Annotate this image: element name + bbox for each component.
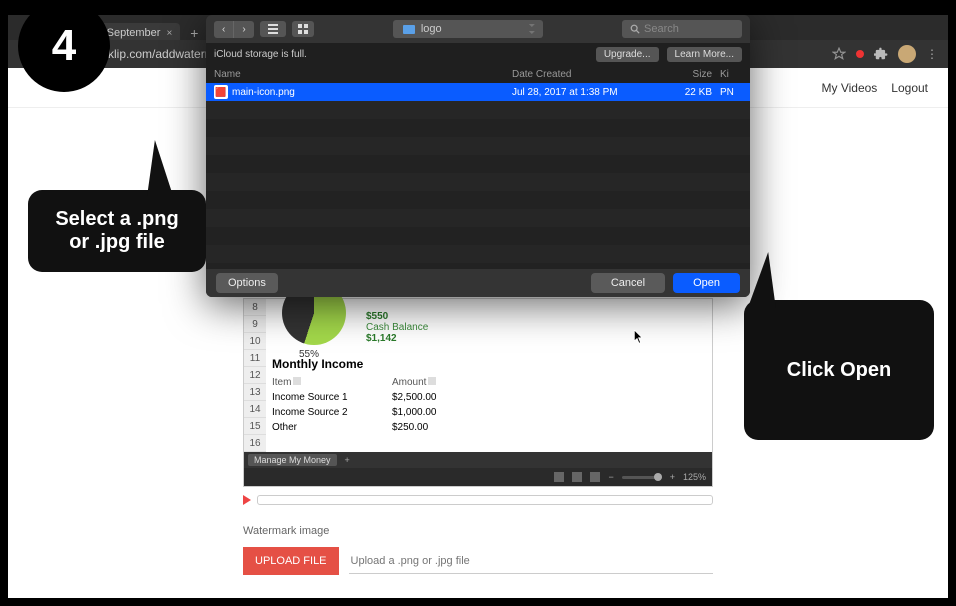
forward-icon[interactable]: › (234, 21, 253, 38)
section-title: Monthly Income (272, 357, 706, 371)
add-sheet-icon[interactable]: + (341, 455, 354, 465)
url-field[interactable]: utklip.com/addwaterma (98, 47, 221, 61)
file-dialog-footer: Options Cancel Open (206, 269, 750, 297)
file-kind: PN (712, 87, 742, 98)
nav-my-videos[interactable]: My Videos (821, 81, 877, 95)
play-icon[interactable] (243, 495, 251, 505)
learn-more-button[interactable]: Learn More... (667, 47, 742, 62)
col-item: Item (272, 377, 291, 388)
col-name[interactable]: Name (214, 69, 512, 80)
nav-logout[interactable]: Logout (891, 81, 928, 95)
menu-icon[interactable]: ⋮ (926, 47, 938, 61)
upload-file-field[interactable] (349, 549, 713, 574)
timeline-track[interactable] (257, 495, 713, 505)
callout-click-open: Click Open (744, 300, 934, 440)
file-dialog: ‹› logo Search iCloud storage is full. U… (206, 15, 750, 297)
cursor-icon (634, 330, 644, 344)
nav-arrows[interactable]: ‹› (214, 21, 254, 38)
video-controls: − + 125% (244, 468, 712, 486)
file-date: Jul 28, 2017 at 1:38 PM (512, 87, 652, 98)
warning-text: iCloud storage is full. (214, 49, 307, 60)
sheet-tab[interactable]: Manage My Money (248, 454, 337, 466)
view-grid-icon[interactable] (292, 21, 314, 37)
storage-warning: iCloud storage is full. Upgrade... Learn… (206, 43, 750, 65)
file-dialog-toolbar: ‹› logo Search (206, 15, 750, 43)
column-headers: Name Date Created Size Ki (206, 65, 750, 83)
col-size[interactable]: Size (652, 69, 712, 80)
search-icon (630, 24, 640, 34)
search-placeholder: Search (644, 23, 679, 35)
zoom-value: 125% (683, 472, 706, 482)
zoom-plus-icon[interactable]: + (670, 472, 675, 482)
col-date[interactable]: Date Created (512, 69, 652, 80)
sheet-tabs: Manage My Money + (244, 452, 712, 468)
file-icon: 🟥 (214, 85, 228, 99)
callout-select-file: Select a .png or .jpg file (28, 190, 206, 272)
totals: $550 Cash Balance $1,142 (366, 311, 428, 344)
file-list-empty (206, 101, 750, 269)
folder-name: logo (421, 23, 442, 35)
file-name: main-icon.png (232, 87, 512, 98)
row-numbers: 8 9 10 11 12 13 14 15 16 (244, 299, 266, 452)
view-list-icon[interactable] (260, 21, 286, 37)
options-button[interactable]: Options (216, 273, 278, 293)
video-timeline (243, 495, 713, 505)
table-row: Other$250.00 (272, 420, 706, 435)
dialog-cancel-button[interactable]: Cancel (591, 273, 665, 293)
folder-selector[interactable]: logo (393, 20, 543, 38)
dialog-open-button[interactable]: Open (673, 273, 740, 293)
star-icon[interactable] (832, 47, 846, 61)
extension-icon[interactable] (874, 47, 888, 61)
folder-icon (403, 25, 415, 34)
file-size: 22 KB (652, 87, 712, 98)
upload-file-button[interactable]: UPLOAD FILE (243, 547, 339, 575)
search-input[interactable]: Search (622, 20, 742, 38)
grid-icon[interactable] (554, 472, 564, 482)
back-icon[interactable]: ‹ (214, 21, 234, 38)
step-number-badge: 4 (18, 0, 110, 92)
new-tab-button[interactable]: + (190, 25, 198, 41)
table-row: Income Source 1$2,500.00 (272, 390, 706, 405)
zoom-slider[interactable] (622, 476, 662, 479)
layout-icon[interactable] (572, 472, 582, 482)
close-tab-icon[interactable]: × (166, 28, 172, 39)
col-kind[interactable]: Ki (712, 69, 742, 80)
display-icon[interactable] (590, 472, 600, 482)
watermark-label: Watermark image (243, 525, 713, 537)
file-row-selected[interactable]: 🟥 main-icon.png Jul 28, 2017 at 1:38 PM … (206, 83, 750, 101)
upgrade-button[interactable]: Upgrade... (596, 47, 659, 62)
record-icon[interactable] (856, 50, 864, 58)
zoom-minus-icon[interactable]: − (608, 472, 613, 482)
avatar-icon[interactable] (898, 45, 916, 63)
table-row: Income Source 2$1,000.00 (272, 405, 706, 420)
video-preview: 8 9 10 11 12 13 14 15 16 55% (243, 298, 713, 487)
col-amount: Amount (392, 377, 426, 388)
